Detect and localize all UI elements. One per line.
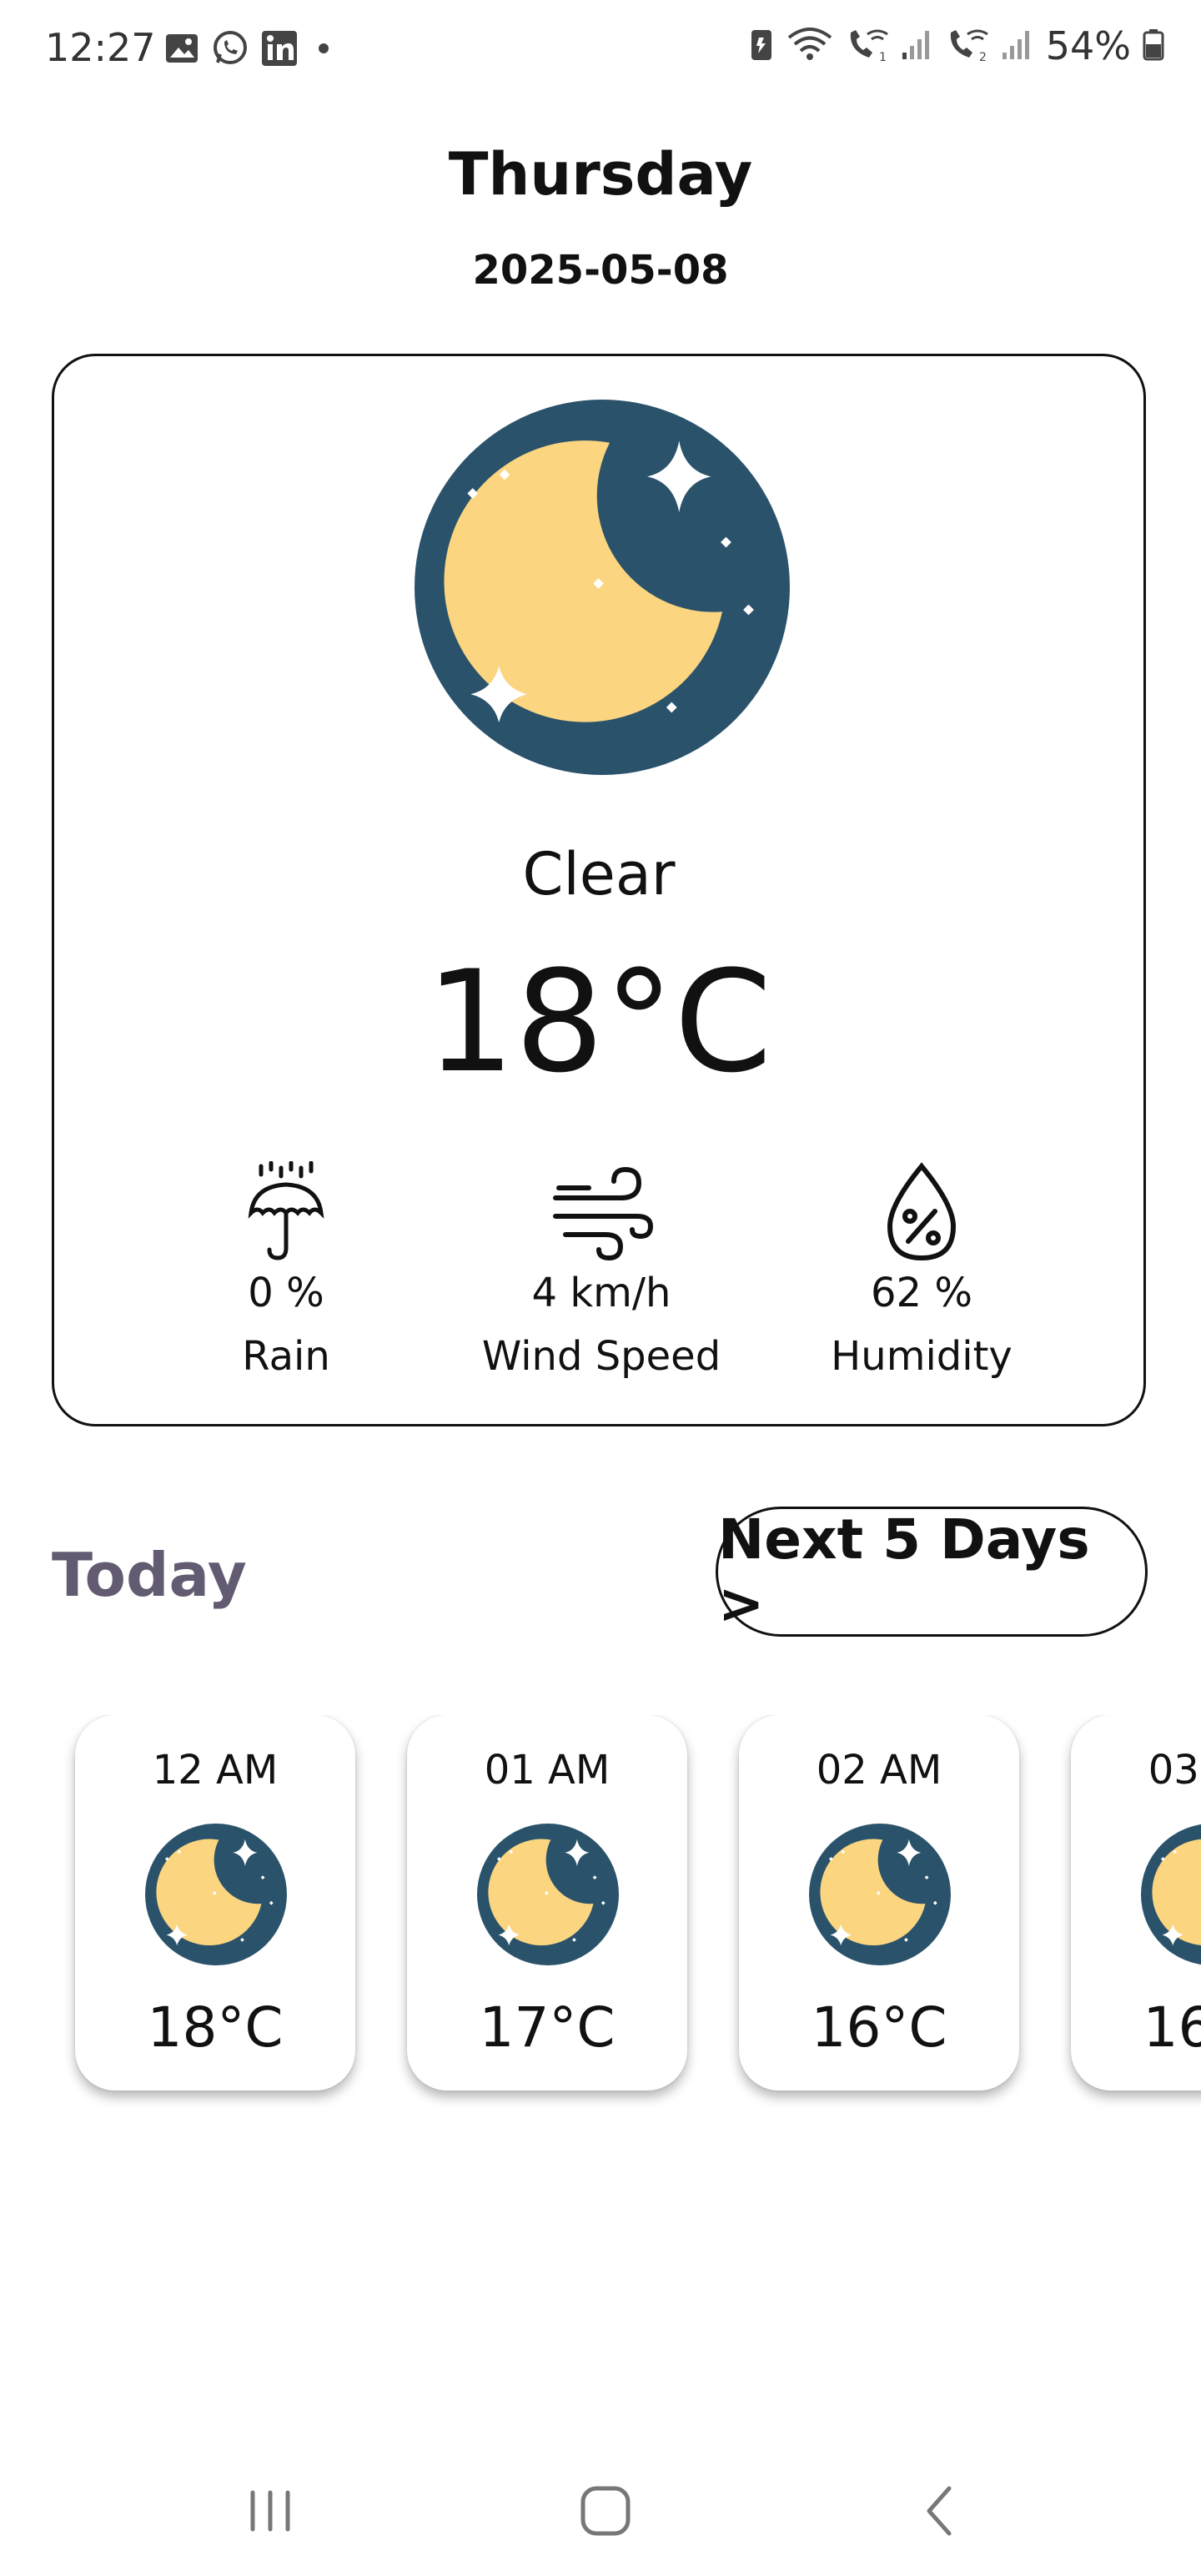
wind-speed-label: Wind Speed [481,1333,721,1380]
weather-condition: Clear [522,840,676,908]
humidity-value: 62 % [871,1270,972,1316]
umbrella-rain-icon [248,1161,324,1260]
moon-night-icon [809,1824,951,1965]
humidity-drop-icon [887,1162,957,1261]
hour-temperature: 16°C [1143,1995,1201,2060]
wifi-call-2-icon: 2 [946,26,989,67]
date-text: 2025-05-08 [472,247,729,294]
moon-night-icon [1141,1824,1201,1965]
rain-value: 0 % [248,1270,324,1316]
moon-night-icon [145,1824,287,1965]
battery-icon [1143,26,1164,67]
wind-speed-metric: 4 km/h Wind Speed [451,1161,751,1380]
hourly-card[interactable]: 02 AM 16°C [739,1715,1019,2090]
hourly-card[interactable]: 03 AM 16°C [1071,1715,1201,2090]
home-icon [580,2486,631,2536]
back-icon [927,2486,952,2536]
moon-night-icon [415,400,790,775]
hourly-forecast-list[interactable]: 12 AM 18°C 01 AM 17°C 02 AM 16°C 03 AM 1… [0,1715,1201,2116]
signal-1-icon [901,26,934,67]
gallery-icon [163,30,200,71]
recents-button[interactable] [220,2478,320,2544]
day-title: Thursday [448,140,753,209]
signal-2-icon [1001,26,1034,67]
next-5-days-button[interactable]: Next 5 Days > [716,1507,1148,1637]
today-label: Today [52,1540,247,1610]
rain-metric: 0 % Rain [136,1161,436,1380]
svg-text:2: 2 [979,51,987,63]
humidity-label: Humidity [831,1333,1013,1380]
rain-label: Rain [242,1333,330,1380]
status-bar: 12:27 1 2 54% [0,0,1201,100]
hourly-card[interactable]: 01 AM 17°C [407,1715,687,2090]
recents-icon [250,2490,290,2532]
dot-icon [309,30,334,71]
hour-time: 03 AM [1148,1747,1201,1794]
status-notification-icons [163,28,334,73]
status-time: 12:27 [45,25,156,70]
navigation-bar [0,2453,1201,2561]
hour-time: 12 AM [152,1747,279,1794]
hour-time: 02 AM [816,1747,942,1794]
humidity-metric: 62 % Humidity [771,1161,1072,1380]
wind-speed-value: 4 km/h [531,1270,671,1316]
battery-saver-icon [749,26,774,67]
home-button[interactable] [555,2478,656,2544]
hour-time: 01 AM [484,1747,611,1794]
wifi-call-1-icon: 1 [846,26,889,67]
wind-icon [553,1166,654,1261]
hour-temperature: 17°C [479,1995,616,2060]
linkedin-icon [260,29,299,72]
hourly-card[interactable]: 12 AM 18°C [75,1715,355,2090]
battery-percentage: 54% [1045,23,1131,68]
whatsapp-icon [210,28,250,73]
hour-temperature: 18°C [147,1995,284,2060]
status-system-icons: 1 2 54% [749,23,1164,68]
hour-temperature: 16°C [811,1995,947,2060]
moon-night-icon [477,1824,619,1965]
wifi-icon [786,26,834,67]
svg-text:1: 1 [879,51,887,63]
current-temperature: 18°C [425,940,772,1104]
back-button[interactable] [891,2478,991,2544]
current-weather-card: Clear 18°C 0 % Rain 4 km/h Wind Speed 62… [52,354,1146,1426]
